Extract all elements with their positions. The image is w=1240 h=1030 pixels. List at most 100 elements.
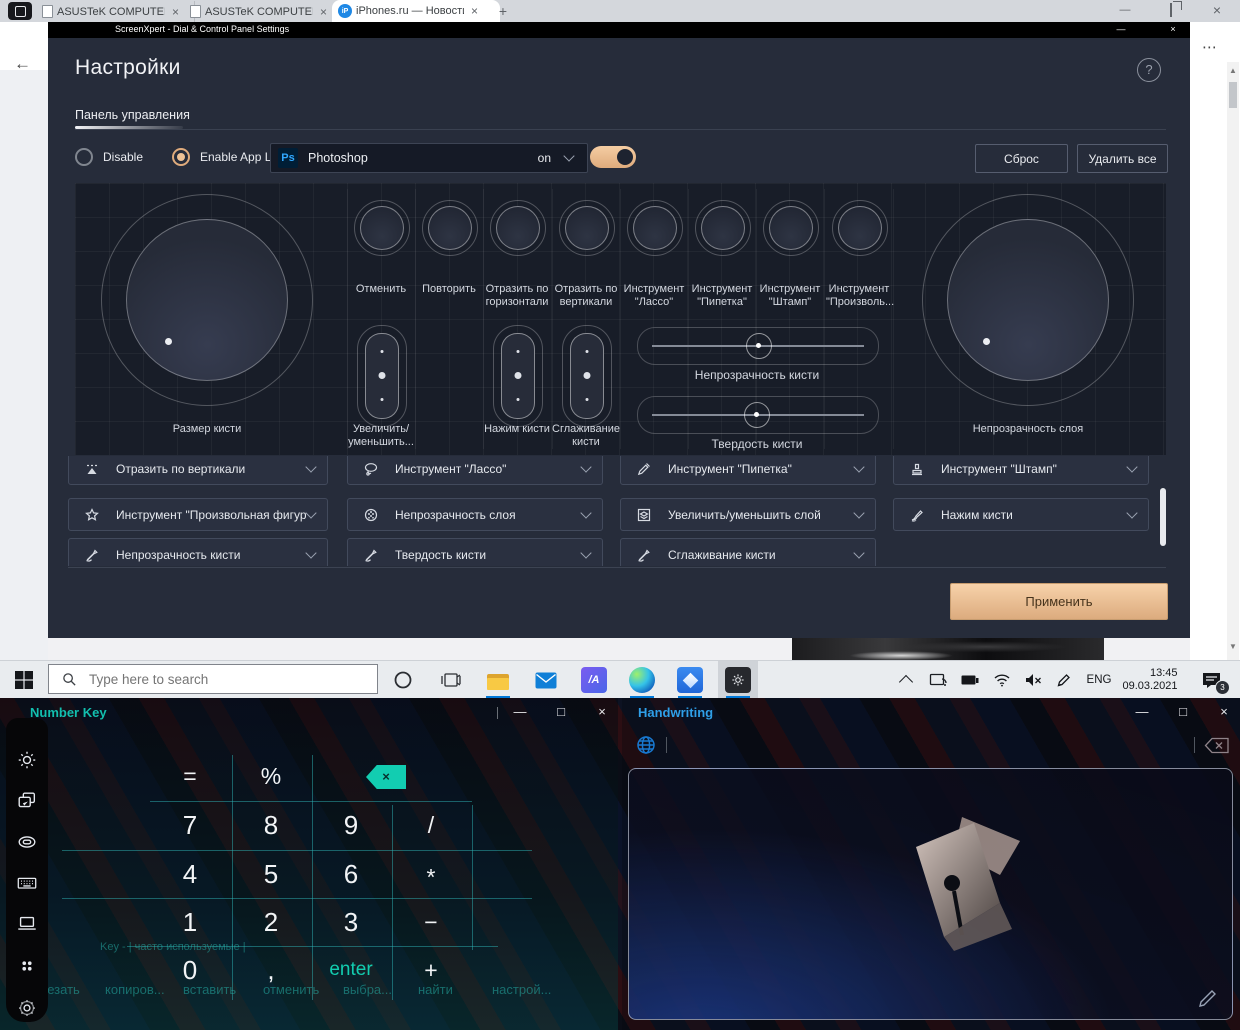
browser-tab-2[interactable]: ASUSTeK COMPUTER INC. ZenB ×	[184, 1, 343, 22]
browser-app-icon[interactable]	[8, 2, 32, 20]
search-input[interactable]	[87, 671, 341, 688]
brush-hardness-slider[interactable]	[637, 396, 879, 434]
tray-wifi[interactable]	[986, 661, 1018, 699]
app-grid-button[interactable]	[16, 955, 38, 977]
dialog-minimize-button[interactable]: —	[1108, 22, 1134, 38]
task-view-button[interactable]	[431, 661, 471, 699]
browser-close-button[interactable]: ×	[1196, 0, 1238, 22]
knob-stamp[interactable]	[763, 200, 819, 256]
knob-custom-shape[interactable]	[832, 200, 888, 256]
browser-tab-1[interactable]: ASUSTeK COMPUTER INC. ZenB ×	[36, 1, 195, 22]
tray-pen[interactable]	[1048, 661, 1078, 699]
reset-button[interactable]: Сброс	[975, 144, 1068, 173]
key-2[interactable]: 2	[239, 906, 303, 940]
handwriting-minimize-button[interactable]: —	[1131, 703, 1153, 721]
scroll-up-icon[interactable]: ▲	[1229, 66, 1237, 75]
slider-knob[interactable]	[746, 333, 772, 359]
slider-knob[interactable]	[744, 402, 770, 428]
apply-button[interactable]: Применить	[950, 583, 1168, 620]
start-button[interactable]	[4, 661, 44, 699]
key-enter[interactable]: enter	[319, 954, 383, 988]
assignment-flip-vertical[interactable]: Отразить по вертикали	[68, 456, 328, 485]
scrollbar-thumb[interactable]	[1229, 82, 1237, 108]
screenxpert-settings-button[interactable]	[718, 661, 758, 699]
tab-close-icon[interactable]: ×	[169, 5, 182, 19]
tray-volume-muted[interactable]	[1018, 661, 1048, 699]
taskbar-search[interactable]	[48, 664, 378, 694]
handwriting-backspace-button[interactable]	[1204, 737, 1230, 754]
enable-app-list-radio[interactable]	[172, 148, 190, 166]
browser-minimize-button[interactable]: —	[1104, 0, 1146, 22]
assignment-stamp[interactable]: Инструмент "Штамп"	[893, 456, 1149, 485]
new-tab-button[interactable]: +	[494, 3, 512, 21]
tray-language[interactable]: ENG	[1080, 661, 1118, 699]
key-4[interactable]: 4	[158, 858, 222, 892]
browser-menu-icon[interactable]: ⋯	[1202, 38, 1217, 56]
assignment-custom-shape[interactable]: Инструмент "Произвольная фигура"	[68, 498, 328, 531]
zoom-toggle[interactable]	[357, 325, 407, 427]
brightness-button[interactable]	[16, 749, 38, 771]
scrollbar-thumb[interactable]	[1160, 488, 1166, 546]
key-7[interactable]: 7	[158, 809, 222, 843]
cortana-button[interactable]	[383, 661, 423, 699]
numberkey-minimize-button[interactable]: —	[509, 703, 531, 721]
handwriting-close-button[interactable]: ×	[1213, 703, 1235, 721]
assignment-eyedropper[interactable]: Инструмент "Пипетка"	[620, 456, 876, 485]
link-button[interactable]	[16, 831, 38, 853]
handwriting-maximize-button[interactable]: □	[1172, 703, 1194, 721]
help-button[interactable]: ?	[1137, 58, 1161, 82]
browser-back-button[interactable]: ←	[14, 54, 31, 74]
key-divide[interactable]: /	[399, 809, 463, 843]
knob-redo[interactable]	[422, 200, 478, 256]
key-6[interactable]: 6	[319, 858, 383, 892]
key-plus[interactable]: +	[399, 954, 463, 988]
toolbar-settings-button[interactable]	[16, 997, 38, 1019]
tray-expand-button[interactable]	[890, 661, 922, 699]
app-select-dropdown[interactable]: Ps Photoshop on	[270, 143, 588, 173]
layer-opacity-dial-inner[interactable]	[947, 219, 1109, 381]
key-multiply[interactable]: *	[399, 861, 463, 895]
notification-center-button[interactable]: 3	[1190, 661, 1232, 699]
brush-pressure-toggle[interactable]	[493, 325, 543, 427]
keyboard-button[interactable]	[16, 872, 38, 894]
page-scrollbar[interactable]	[1227, 62, 1239, 660]
brush-smoothing-toggle[interactable]	[562, 325, 612, 427]
key-minus[interactable]: −	[399, 906, 463, 940]
key-equals[interactable]: =	[158, 760, 222, 794]
key-0[interactable]: 0	[158, 954, 222, 988]
disable-radio[interactable]	[75, 148, 93, 166]
asus-app-button[interactable]: /A	[574, 661, 614, 699]
assignment-brush-smoothing[interactable]: Сглаживание кисти	[620, 538, 876, 566]
key-8[interactable]: 8	[239, 809, 303, 843]
numberkey-maximize-button[interactable]: □	[550, 703, 572, 721]
assignment-brush-pressure[interactable]: Нажим кисти	[893, 498, 1149, 531]
assignment-layer-zoom[interactable]: Увеличить/уменьшить слой	[620, 498, 876, 531]
knob-lasso[interactable]	[627, 200, 683, 256]
browser-restore-button[interactable]	[1150, 0, 1192, 22]
delete-all-button[interactable]: Удалить все	[1077, 144, 1168, 173]
assignment-brush-opacity[interactable]: Непрозрачность кисти	[68, 538, 328, 566]
dialog-close-button[interactable]: ×	[1160, 22, 1186, 38]
myasus-button[interactable]	[670, 661, 710, 699]
edge-button[interactable]	[622, 661, 662, 699]
assignment-brush-hardness[interactable]: Твердость кисти	[347, 538, 603, 566]
app-switch-button[interactable]	[16, 790, 38, 812]
handwriting-canvas[interactable]	[628, 768, 1233, 1020]
numberkey-close-button[interactable]: ×	[591, 703, 613, 721]
key-5[interactable]: 5	[239, 858, 303, 892]
tab-close-icon[interactable]: ×	[468, 4, 481, 18]
key-1[interactable]: 1	[158, 906, 222, 940]
key-3[interactable]: 3	[319, 906, 383, 940]
assignment-lasso[interactable]: Инструмент "Лассо"	[347, 456, 603, 485]
file-explorer-button[interactable]	[478, 661, 518, 699]
knob-flip-vertical[interactable]	[559, 200, 615, 256]
browser-tab-3-active[interactable]: iP iPhones.ru — Новости высоких ×	[332, 0, 500, 22]
tab-close-icon[interactable]: ×	[317, 5, 330, 19]
knob-flip-horizontal[interactable]	[490, 200, 546, 256]
tray-battery[interactable]	[954, 661, 986, 699]
key-percent[interactable]: %	[239, 760, 303, 794]
scroll-down-icon[interactable]: ▼	[1229, 642, 1237, 651]
app-enable-toggle[interactable]	[590, 146, 636, 168]
assignment-layer-opacity[interactable]: Непрозрачность слоя	[347, 498, 603, 531]
tray-tablet-mode[interactable]	[922, 661, 954, 699]
